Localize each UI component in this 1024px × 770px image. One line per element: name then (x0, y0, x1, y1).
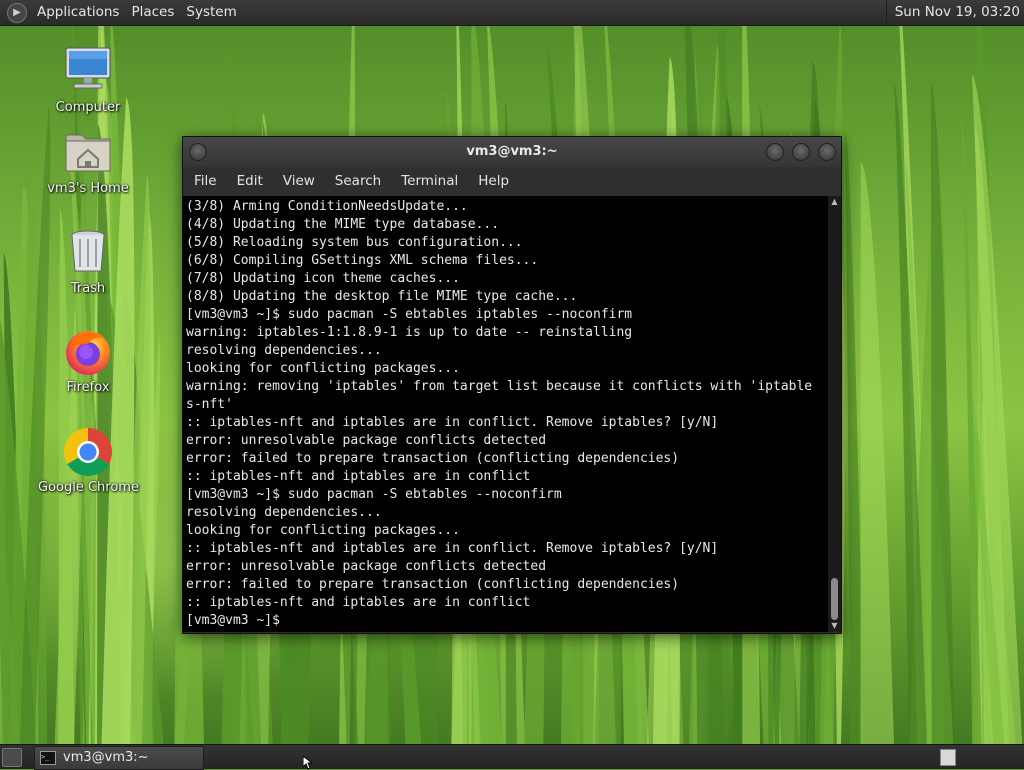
taskbar-item-terminal[interactable]: >_ vm3@vm3:~ (34, 746, 204, 770)
desktop-icon-trash[interactable]: Trash (38, 227, 138, 296)
applications-menu[interactable]: Applications (31, 0, 125, 25)
terminal-line: resolving dependencies... (186, 505, 382, 520)
terminal-line: :: iptables-nft and iptables are in conf… (186, 415, 719, 430)
terminal-line: [vm3@vm3 ~]$ sudo pacman -S ebtables ipt… (186, 307, 633, 322)
distro-logo-icon[interactable]: ▶ (7, 2, 27, 23)
maximize-button[interactable] (792, 143, 810, 161)
workspace-switcher[interactable] (940, 749, 956, 766)
terminal-line: looking for conflicting packages... (186, 523, 460, 538)
terminal-line: s-nft' (186, 397, 233, 412)
desktop-icon-label: Trash (70, 281, 106, 296)
desktop-icon-label: vm3's Home (47, 181, 129, 196)
terminal-output[interactable]: (3/8) Arming ConditionNeedsUpdate... (4/8… (183, 196, 828, 632)
close-button[interactable] (818, 143, 836, 161)
terminal-line: :: iptables-nft and iptables are in conf… (186, 541, 719, 556)
scroll-down-arrow-icon[interactable]: ▼ (828, 620, 841, 632)
chrome-icon (62, 426, 114, 478)
terminal-line: (5/8) Reloading system bus configuration… (186, 235, 523, 250)
firefox-icon (62, 326, 114, 378)
terminal-line: (6/8) Compiling GSettings XML schema fil… (186, 253, 539, 268)
terminal-line: (8/8) Updating the desktop file MIME typ… (186, 289, 578, 304)
terminal-text: (3/8) Arming ConditionNeedsUpdate... (4/8… (183, 196, 828, 630)
system-menu[interactable]: System (180, 0, 242, 25)
terminal-line: looking for conflicting packages... (186, 361, 460, 376)
terminal-line: [vm3@vm3 ~]$ sudo pacman -S ebtables --n… (186, 487, 562, 502)
computer-icon (62, 46, 114, 98)
show-desktop-icon[interactable] (2, 748, 22, 767)
places-menu[interactable]: Places (125, 0, 180, 25)
menu-help[interactable]: Help (468, 167, 519, 196)
terminal-line: [vm3@vm3 ~]$ (186, 613, 280, 628)
scroll-up-arrow-icon[interactable]: ▲ (828, 196, 841, 208)
terminal-line: resolving dependencies... (186, 343, 382, 358)
desktop-icon-label: Google Chrome (38, 480, 139, 495)
menu-edit[interactable]: Edit (227, 167, 273, 196)
scrollbar-thumb[interactable] (831, 578, 838, 620)
menu-search[interactable]: Search (325, 167, 391, 196)
terminal-line: error: unresolvable package conflicts de… (186, 433, 547, 448)
terminal-line: :: iptables-nft and iptables are in conf… (186, 469, 531, 484)
terminal-line: warning: removing 'iptables' from target… (186, 379, 813, 394)
terminal-line: warning: iptables-1:1.8.9-1 is up to dat… (186, 325, 633, 340)
terminal-scrollbar[interactable]: ▲ ▼ (828, 196, 841, 632)
desktop-icon-label: Computer (55, 100, 121, 115)
desktop-icon-computer[interactable]: Computer (38, 46, 138, 115)
bottom-panel: >_ vm3@vm3:~ (0, 744, 1024, 770)
terminal-line: (7/8) Updating icon theme caches... (186, 271, 460, 286)
terminal-line: error: failed to prepare transaction (co… (186, 577, 680, 592)
clock[interactable]: Sun Nov 19, 03:20 (885, 0, 1024, 25)
trash-icon (62, 227, 114, 279)
desktop-icon-firefox[interactable]: Firefox (38, 326, 138, 395)
desktop-icon-chrome[interactable]: Google Chrome (38, 426, 139, 495)
terminal-line: (3/8) Arming ConditionNeedsUpdate... (186, 199, 468, 214)
terminal-menubar: File Edit View Search Terminal Help (183, 167, 841, 196)
menu-view[interactable]: View (273, 167, 325, 196)
desktop-icon-label: Firefox (66, 380, 110, 395)
terminal-line: (4/8) Updating the MIME type database... (186, 217, 500, 232)
top-panel: ▶ Applications Places System Sun Nov 19,… (0, 0, 1024, 26)
minimize-button[interactable] (766, 143, 784, 161)
terminal-line: error: failed to prepare transaction (co… (186, 451, 680, 466)
terminal-icon: >_ (40, 751, 56, 765)
terminal-line: :: iptables-nft and iptables are in conf… (186, 595, 531, 610)
menu-terminal[interactable]: Terminal (391, 167, 468, 196)
terminal-line: error: unresolvable package conflicts de… (186, 559, 547, 574)
desktop-icon-home[interactable]: vm3's Home (38, 127, 138, 196)
home-folder-icon (62, 127, 114, 179)
window-titlebar[interactable]: vm3@vm3:~ (183, 137, 841, 167)
window-title: vm3@vm3:~ (466, 144, 558, 159)
taskbar-item-label: vm3@vm3:~ (63, 750, 149, 765)
terminal-window[interactable]: vm3@vm3:~ File Edit View Search Terminal… (182, 136, 842, 634)
menu-file[interactable]: File (183, 167, 227, 196)
window-menu-button[interactable] (189, 143, 207, 161)
